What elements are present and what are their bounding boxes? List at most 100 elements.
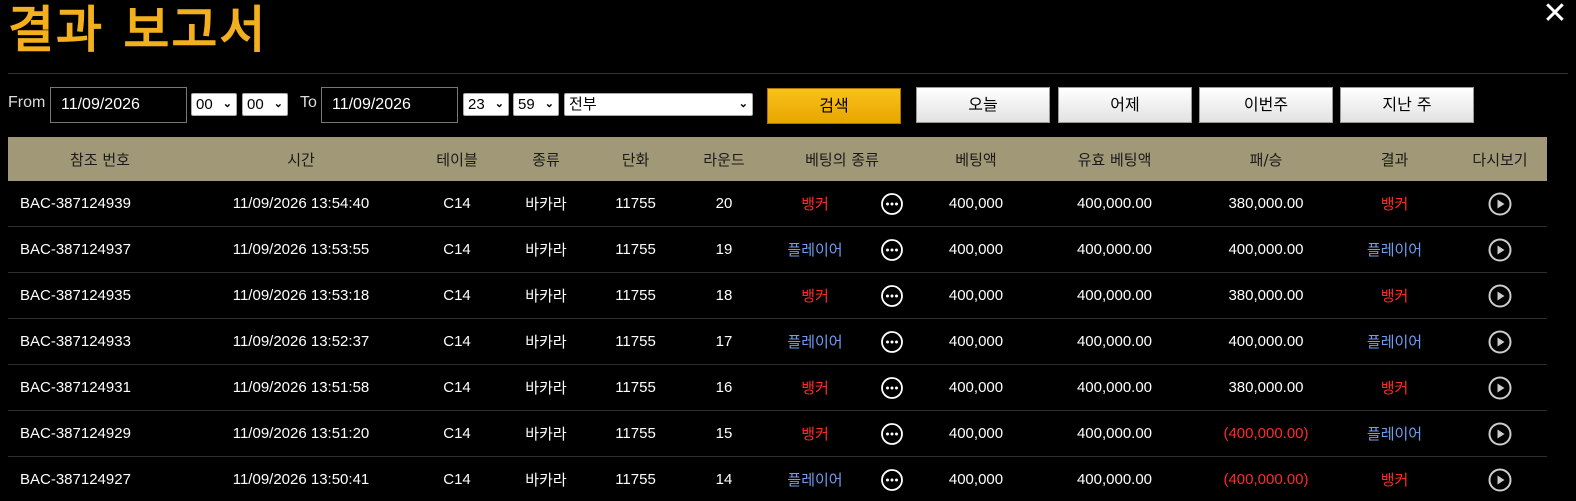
chevron-down-icon: ⌄	[222, 98, 232, 110]
page-title: 결과 보고서	[8, 1, 268, 59]
cell-round: 18	[715, 287, 733, 304]
from-date-input[interactable]: 11/09/2026	[50, 87, 187, 123]
from-minute-select[interactable]: 00 ⌄	[242, 93, 288, 116]
cell-table: C14	[443, 471, 471, 488]
last-week-button[interactable]: 지난 주	[1340, 87, 1474, 123]
title-divider	[8, 73, 1568, 74]
cell-table: C14	[443, 333, 471, 350]
play-circle-icon[interactable]	[1453, 273, 1547, 318]
cell-ref: BAC-387124931	[20, 379, 131, 396]
yesterday-button[interactable]: 어제	[1058, 87, 1192, 123]
results-table: 참조 번호 시간 테이블 종류 단화 라운드 베팅의 종류 베팅액 유효 베팅액…	[8, 137, 1547, 501]
cell-valid-bet: 400,000.00	[1076, 379, 1153, 396]
cell-bet-amount: 400,000	[948, 195, 1004, 212]
more-dots-icon[interactable]	[865, 457, 919, 501]
cell-shoe: 11755	[615, 287, 656, 304]
from-hour-select[interactable]: 00 ⌄	[191, 93, 237, 116]
cell-round: 17	[715, 333, 733, 350]
play-circle-icon[interactable]	[1453, 181, 1547, 226]
cell-bet-amount: 400,000	[948, 241, 1004, 258]
from-label: From	[8, 94, 46, 111]
chevron-down-icon: ⌄	[738, 98, 748, 110]
to-hour-select[interactable]: 23 ⌄	[463, 93, 509, 116]
today-button[interactable]: 오늘	[916, 87, 1050, 123]
cell-shoe: 11755	[615, 425, 656, 442]
to-date-input[interactable]: 11/09/2026	[321, 87, 458, 123]
header-win-loss: 패/승	[1249, 150, 1283, 169]
cell-round: 14	[715, 471, 733, 488]
cell-bet-amount: 400,000	[948, 287, 1004, 304]
cell-ref: BAC-387124929	[20, 425, 131, 442]
cell-bet-type: 플레이어	[787, 242, 843, 259]
cell-shoe: 11755	[615, 471, 656, 488]
this-week-button[interactable]: 이번주	[1199, 87, 1333, 123]
play-circle-icon[interactable]	[1453, 365, 1547, 410]
to-minute-value: 59	[518, 96, 535, 113]
cell-bet-type: 플레이어	[787, 472, 843, 489]
cell-bet-type: 뱅커	[801, 426, 829, 443]
cell-round: 16	[715, 379, 733, 396]
play-circle-icon[interactable]	[1453, 457, 1547, 501]
cell-game: 바카라	[525, 472, 567, 489]
cell-game: 바카라	[525, 242, 567, 259]
play-circle-icon[interactable]	[1453, 319, 1547, 364]
play-circle-icon[interactable]	[1453, 411, 1547, 456]
cell-time: 11/09/2026 13:51:20	[232, 425, 370, 442]
chevron-down-icon: ⌄	[494, 98, 504, 110]
cell-table: C14	[443, 241, 471, 258]
cell-bet-type: 뱅커	[801, 288, 829, 305]
cell-win-loss: (400,000.00)	[1223, 471, 1309, 488]
cell-time: 11/09/2026 13:54:40	[232, 195, 370, 212]
cell-shoe: 11755	[615, 333, 656, 350]
more-dots-icon[interactable]	[865, 411, 919, 456]
header-bet-type: 베팅의 종류	[805, 150, 879, 169]
cell-shoe: 11755	[615, 241, 656, 258]
cell-time: 11/09/2026 13:51:58	[232, 379, 370, 396]
header-valid-bet: 유효 베팅액	[1077, 150, 1152, 169]
cell-result: 뱅커	[1380, 472, 1409, 489]
cell-ref: BAC-387124933	[20, 333, 131, 350]
cell-bet-amount: 400,000	[948, 471, 1004, 488]
search-button[interactable]: 검색	[767, 88, 901, 124]
cell-result: 뱅커	[1380, 196, 1409, 213]
cell-table: C14	[443, 287, 471, 304]
cell-valid-bet: 400,000.00	[1076, 241, 1153, 258]
cell-valid-bet: 400,000.00	[1076, 471, 1153, 488]
header-table: 테이블	[436, 150, 478, 169]
table-row: BAC-387124937 11/09/2026 13:53:55 C14 바카라 11…	[8, 227, 1547, 273]
table-row: BAC-387124927 11/09/2026 13:50:41 C14 바카라 11…	[8, 457, 1547, 501]
more-dots-icon[interactable]	[865, 319, 919, 364]
more-dots-icon[interactable]	[865, 227, 919, 272]
from-minute-value: 00	[247, 96, 264, 113]
more-dots-icon[interactable]	[865, 365, 919, 410]
table-row: BAC-387124935 11/09/2026 13:53:18 C14 바카라 11…	[8, 273, 1547, 319]
cell-shoe: 11755	[615, 195, 656, 212]
table-body: BAC-387124939 11/09/2026 13:54:40 C14 바카라 11…	[8, 181, 1547, 501]
more-dots-icon[interactable]	[865, 181, 919, 226]
more-dots-icon[interactable]	[865, 273, 919, 318]
header-ref: 참조 번호	[70, 150, 130, 169]
cell-result: 플레이어	[1366, 334, 1423, 351]
cell-round: 19	[715, 241, 733, 258]
to-minute-select[interactable]: 59 ⌄	[513, 93, 559, 116]
cell-win-loss: 400,000.00	[1228, 241, 1304, 258]
close-icon[interactable]: ✕	[1538, 0, 1572, 30]
header-bet-amount: 베팅액	[955, 150, 997, 169]
play-circle-icon[interactable]	[1453, 227, 1547, 272]
cell-game: 바카라	[525, 426, 567, 443]
cell-result: 플레이어	[1366, 242, 1423, 259]
cell-win-loss: 380,000.00	[1228, 287, 1304, 304]
header-round: 라운드	[703, 150, 745, 169]
cell-result: 뱅커	[1380, 380, 1409, 397]
header-result: 결과	[1380, 150, 1409, 169]
to-label: To	[300, 94, 317, 111]
cell-ref: BAC-387124935	[20, 287, 131, 304]
cell-time: 11/09/2026 13:52:37	[232, 333, 370, 350]
table-row: BAC-387124931 11/09/2026 13:51:58 C14 바카라 11…	[8, 365, 1547, 411]
cell-round: 20	[715, 195, 733, 212]
type-select[interactable]: 전부 ⌄	[564, 93, 753, 116]
to-hour-value: 23	[468, 96, 485, 113]
cell-shoe: 11755	[615, 379, 656, 396]
cell-valid-bet: 400,000.00	[1076, 425, 1153, 442]
cell-result: 플레이어	[1366, 426, 1423, 443]
